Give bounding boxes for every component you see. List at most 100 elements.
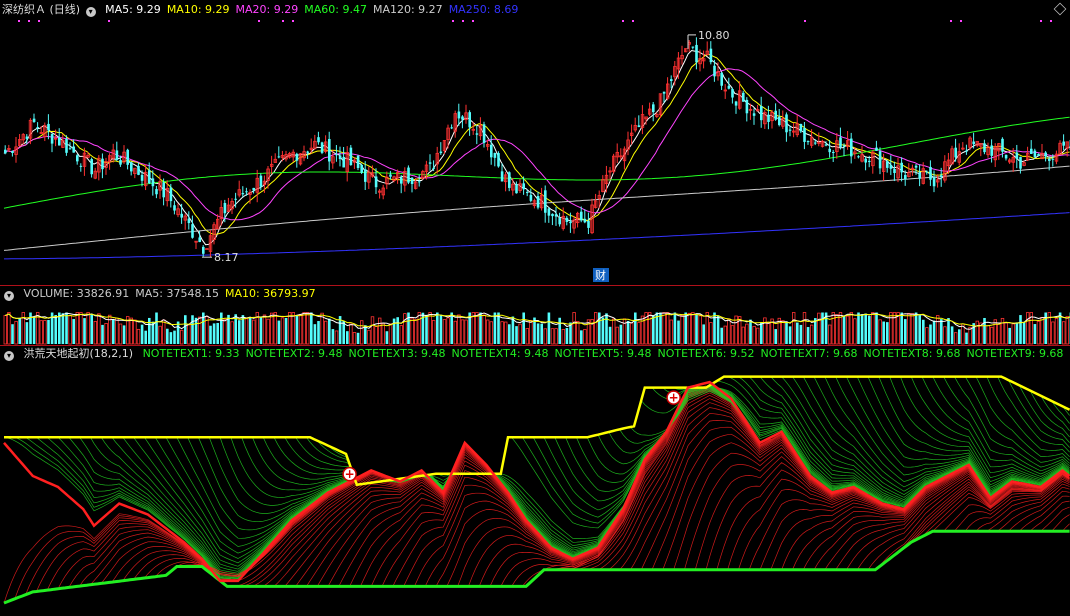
candle xyxy=(670,79,673,81)
volume-bar xyxy=(377,317,382,345)
candle xyxy=(734,101,738,106)
candlestick-chart[interactable]: 10.80 8.17 财 xyxy=(0,0,1070,285)
volume-bar xyxy=(630,322,634,345)
volume-bar xyxy=(439,315,443,344)
candle xyxy=(155,188,158,195)
volume-bar xyxy=(191,315,194,344)
volume-bar xyxy=(853,318,857,345)
legend-item: MA10: 9.29 xyxy=(166,3,230,16)
volume-bar xyxy=(3,315,7,345)
volume-bar xyxy=(169,332,173,344)
volume-bar xyxy=(475,312,479,345)
candle xyxy=(709,48,713,63)
volume-bar xyxy=(83,318,86,344)
volume-bar xyxy=(918,315,921,344)
chevron-down-icon[interactable]: ▾ xyxy=(4,291,14,301)
volume-bar xyxy=(871,312,875,345)
volume-bar xyxy=(396,317,399,344)
candle xyxy=(864,158,867,163)
candle xyxy=(914,165,918,168)
volume-bar xyxy=(259,316,263,344)
event-dot xyxy=(38,20,40,22)
candle xyxy=(695,44,698,63)
volume-bar xyxy=(320,312,324,345)
volume-bar xyxy=(493,312,497,344)
candle xyxy=(720,72,723,86)
volume-bar xyxy=(47,320,50,344)
volume-bar xyxy=(1022,322,1026,344)
candle xyxy=(529,194,533,201)
candle xyxy=(1037,154,1040,156)
candle xyxy=(4,149,7,154)
volume-bar xyxy=(648,312,652,345)
volume-bar xyxy=(752,325,756,345)
candle xyxy=(450,127,453,129)
candle xyxy=(241,193,245,195)
band-line-green xyxy=(813,376,1031,495)
candle xyxy=(115,150,119,160)
volume-bar xyxy=(723,325,727,345)
indicator-panel[interactable]: ▾ 洪荒天地起初(18,2,1) NOTETEXT1: 9.33 NOTETEXT… xyxy=(0,346,1070,616)
candle xyxy=(824,144,828,146)
signal-marker-label: + xyxy=(345,467,355,481)
candle xyxy=(259,175,263,187)
volume-panel[interactable]: ▾ VOLUME: 33826.91 MA5: 37548.15 MA10: 367… xyxy=(0,286,1070,345)
price-panel[interactable]: 深纺织Ａ (日线) ▾ MA5: 9.29 MA10: 9.29 MA20: 9.2… xyxy=(0,0,1070,285)
candle xyxy=(932,177,936,187)
volume-bar xyxy=(129,317,133,345)
candle xyxy=(148,170,151,184)
volume-bar xyxy=(479,312,482,344)
candle xyxy=(410,177,414,185)
candle xyxy=(335,154,338,156)
volume-bar xyxy=(536,323,540,344)
volume-bar xyxy=(810,324,814,345)
chevron-down-icon[interactable]: ▾ xyxy=(85,7,96,17)
volume-bar xyxy=(122,325,126,344)
volume-bar xyxy=(868,315,871,344)
event-dot xyxy=(622,20,624,22)
event-dot xyxy=(258,20,260,22)
band-line-green xyxy=(932,376,1070,475)
volume-bar xyxy=(619,324,623,344)
volume-bar xyxy=(323,320,328,345)
volume-bar xyxy=(166,328,169,344)
volume-bar xyxy=(223,319,227,345)
event-dot xyxy=(804,20,806,22)
candle xyxy=(198,237,201,243)
candle xyxy=(713,65,716,77)
candle xyxy=(356,155,360,168)
volume-bar xyxy=(446,317,450,345)
volume-bar xyxy=(503,321,508,345)
band-line-red xyxy=(608,407,826,571)
volume-bar xyxy=(194,317,198,344)
volume-bar xyxy=(608,326,612,344)
legend-item: NOTETEXT7: 9.68 xyxy=(760,347,858,360)
candle xyxy=(338,155,342,160)
volume-bar xyxy=(572,312,576,345)
candle xyxy=(925,171,929,173)
volume-bar xyxy=(817,312,821,345)
candle xyxy=(842,145,846,147)
volume-bar xyxy=(346,331,349,344)
volume-bar xyxy=(529,319,533,345)
volume-bar xyxy=(896,312,900,345)
indicator-chart[interactable]: ++ xyxy=(0,346,1070,616)
candle xyxy=(223,202,227,214)
volume-bar xyxy=(958,329,961,344)
high-label: 10.80 xyxy=(698,29,730,42)
volume-bar xyxy=(1040,316,1044,345)
chevron-down-icon[interactable]: ▾ xyxy=(4,351,14,361)
candle xyxy=(637,125,641,128)
candle xyxy=(320,142,324,153)
volume-bar xyxy=(864,313,867,344)
volume-bar xyxy=(428,312,432,345)
notetext-items: NOTETEXT1: 9.33 NOTETEXT2: 9.48 NOTETEXT3:… xyxy=(143,347,1070,360)
candle xyxy=(493,152,497,158)
candle xyxy=(101,158,104,170)
candle xyxy=(32,118,36,122)
volume-bar xyxy=(796,322,799,344)
candle xyxy=(180,213,183,218)
candle xyxy=(202,246,205,254)
volume-bar xyxy=(828,324,832,345)
volume-bar xyxy=(86,312,90,345)
